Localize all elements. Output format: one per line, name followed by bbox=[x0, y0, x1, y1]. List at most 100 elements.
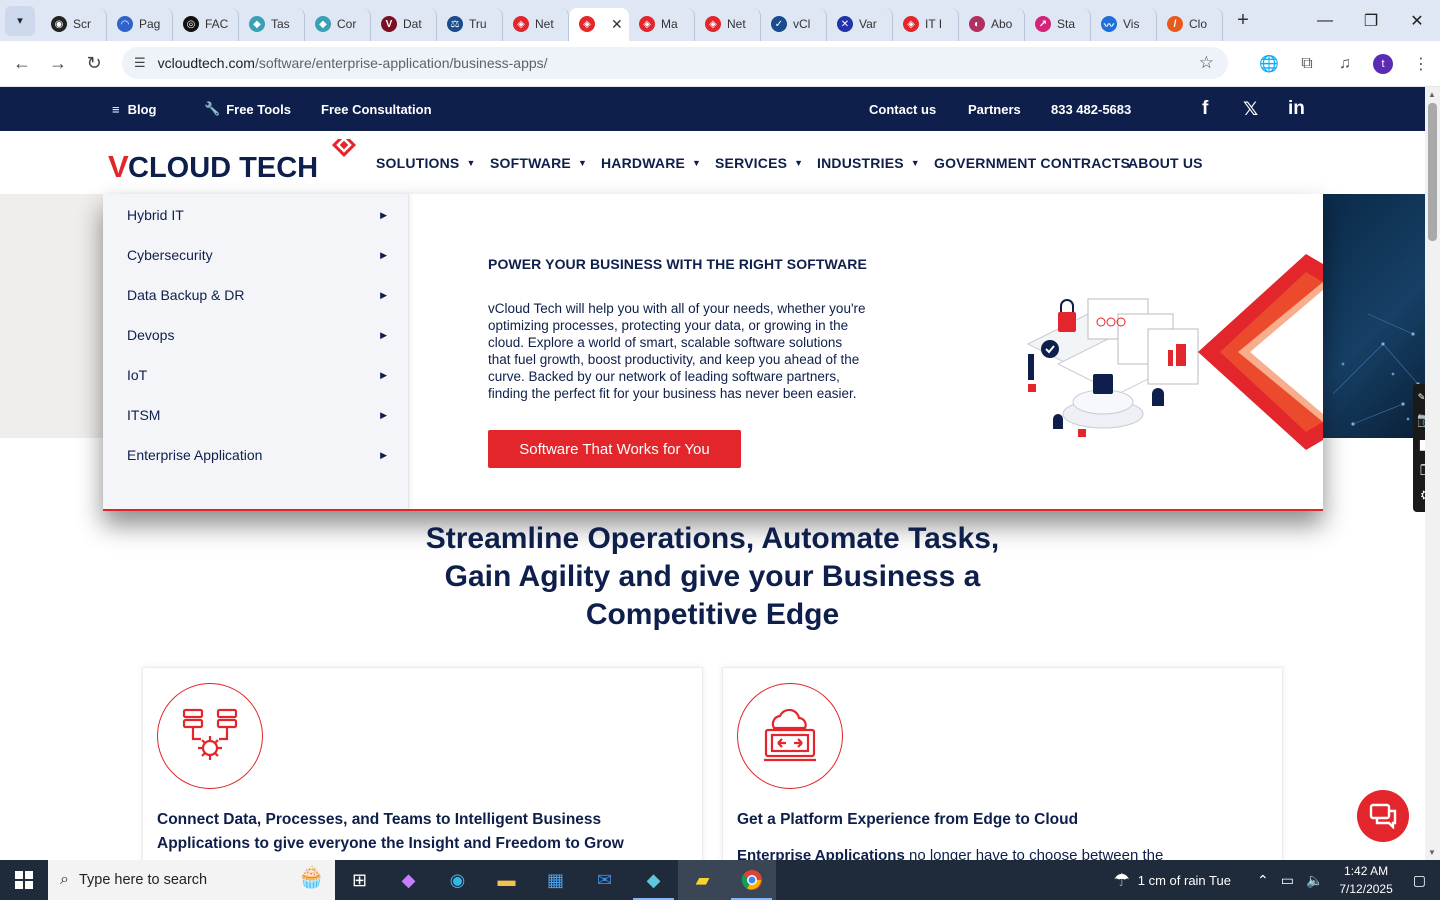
address-bar[interactable]: ☰ vcloudtech.com/software/enterprise-app… bbox=[122, 47, 1228, 79]
chevron-right-icon: ▶ bbox=[380, 329, 387, 340]
free-tools-link[interactable]: 🔧 Free Tools bbox=[204, 87, 291, 131]
card-body: Enterprise Applications no longer have t… bbox=[737, 847, 1164, 860]
tray-chevron-icon[interactable]: ⌃ bbox=[1257, 872, 1269, 889]
chat-button[interactable] bbox=[1357, 790, 1409, 842]
nav-item-label: INDUSTRIES bbox=[817, 154, 904, 171]
nav-item-industries[interactable]: INDUSTRIES ▼ bbox=[817, 131, 920, 194]
nav-item-government-contracts[interactable]: GOVERNMENT CONTRACTS bbox=[934, 131, 1130, 194]
mega-menu-item[interactable]: Devops ▶ bbox=[127, 315, 387, 355]
browser-tab[interactable]: ◐ Abo bbox=[959, 7, 1025, 41]
extensions-icon[interactable]: ⧉ bbox=[1288, 55, 1326, 73]
browser-tab[interactable]: ✓ vCl bbox=[761, 7, 827, 41]
task-view-icon[interactable]: ⊞ bbox=[335, 860, 384, 900]
main-navigation: V CLOUD TECH SOLUTIONS ▼ SOFTWARE ▼ HARDWARE… bbox=[0, 131, 1425, 194]
browser-tab[interactable]: / Clo bbox=[1157, 7, 1223, 41]
browser-tab[interactable]: ◈ Net bbox=[695, 7, 761, 41]
mega-menu-item[interactable]: IoT ▶ bbox=[127, 355, 387, 395]
browser-tab[interactable]: ◈ Net bbox=[503, 7, 569, 41]
free-consultation-link[interactable]: Free Consultation bbox=[321, 87, 432, 131]
browser-tab[interactable]: ◈ IT I bbox=[893, 7, 959, 41]
mega-menu-item[interactable]: Data Backup & DR ▶ bbox=[127, 275, 387, 315]
new-tab-button[interactable]: + bbox=[1229, 7, 1257, 35]
browser-tab[interactable]: ◆ Tas bbox=[239, 7, 305, 41]
browser-tab[interactable]: ◉ Scr bbox=[41, 7, 107, 41]
tab-favicon-icon: V bbox=[381, 16, 397, 32]
page-scrollbar[interactable]: ▲ ▼ bbox=[1425, 87, 1440, 860]
mega-menu-item[interactable]: Cybersecurity ▶ bbox=[127, 235, 387, 275]
sticky-notes-icon[interactable]: ▰ bbox=[678, 860, 727, 900]
nav-item-services[interactable]: SERVICES ▼ bbox=[715, 131, 803, 194]
minimize-button[interactable]: — bbox=[1302, 0, 1348, 41]
contact-link[interactable]: Contact us bbox=[869, 87, 936, 131]
app-icon[interactable]: ◆ bbox=[629, 860, 678, 900]
browser-tab[interactable]: ◈ Ma bbox=[629, 7, 695, 41]
browser-tab[interactable]: ◈ ✕ bbox=[569, 7, 629, 41]
scroll-down-icon[interactable]: ▼ bbox=[1428, 848, 1436, 857]
browser-tab[interactable]: 〰 Vis bbox=[1091, 7, 1157, 41]
partners-link[interactable]: Partners bbox=[968, 87, 1021, 131]
network-pattern-image bbox=[1332, 313, 1420, 426]
browser-tab[interactable]: ◆ Cor bbox=[305, 7, 371, 41]
scroll-thumb[interactable] bbox=[1428, 103, 1437, 241]
window-controls: — ❐ ✕ bbox=[1302, 0, 1440, 41]
tab-search-button[interactable]: ▾ bbox=[5, 5, 35, 36]
nav-item-software[interactable]: SOFTWARE ▼ bbox=[490, 131, 587, 194]
headline-line-1: Streamline Operations, Automate Tasks, bbox=[425, 522, 1000, 555]
browser-tab[interactable]: ✕ Var bbox=[827, 7, 893, 41]
volume-icon[interactable]: 🔈 bbox=[1306, 872, 1323, 889]
utility-bar: ≡ Blog 🔧 Free Tools Free Consultation Cont… bbox=[0, 87, 1425, 131]
tab-label: FAC bbox=[205, 17, 229, 31]
nav-item-hardware[interactable]: HARDWARE ▼ bbox=[601, 131, 701, 194]
maximize-button[interactable]: ❐ bbox=[1348, 0, 1394, 41]
weather-widget[interactable]: ☂ 1 cm of rain Tue bbox=[1114, 870, 1231, 891]
file-explorer-icon[interactable]: ▬ bbox=[482, 860, 531, 900]
forward-button[interactable]: → bbox=[40, 46, 76, 82]
translate-icon[interactable]: 🌐 bbox=[1250, 54, 1288, 74]
mega-menu-item[interactable]: Hybrid IT ▶ bbox=[127, 195, 387, 235]
mega-menu-item[interactable]: ITSM ▶ bbox=[127, 395, 387, 435]
browser-tab[interactable]: ◎ FAC bbox=[173, 7, 239, 41]
system-tray: ☂ 1 cm of rain Tue ⌃ ▭ 🔈 1:42 AM 7/12/20… bbox=[1114, 860, 1440, 900]
linkedin-icon[interactable]: in bbox=[1288, 87, 1305, 131]
software-cta-button[interactable]: Software That Works for You bbox=[488, 430, 741, 468]
hero-background-left bbox=[0, 194, 103, 438]
windows-taskbar: ⌕ Type here to search 🧁 ⊞ ◆ ◉ ▬ ▦ ✉ ◆ ▰ … bbox=[0, 860, 1440, 900]
taskbar-clock[interactable]: 1:42 AM 7/12/2025 bbox=[1339, 862, 1392, 898]
site-info-icon[interactable]: ☰ bbox=[134, 55, 146, 71]
notifications-icon[interactable]: ▢ bbox=[1413, 872, 1426, 889]
blog-link[interactable]: ≡ Blog bbox=[112, 87, 156, 131]
copilot-icon[interactable]: ◆ bbox=[384, 860, 433, 900]
browser-tab[interactable]: V Dat bbox=[371, 7, 437, 41]
nav-item-label: SERVICES bbox=[715, 154, 788, 171]
start-button[interactable] bbox=[0, 860, 48, 900]
browser-menu-icon[interactable]: ⋮ bbox=[1402, 54, 1440, 74]
vcloud-tech-logo[interactable]: V CLOUD TECH bbox=[108, 139, 358, 187]
bookmark-star-icon[interactable]: ☆ bbox=[1199, 53, 1214, 73]
browser-tab[interactable]: ◠ Pag bbox=[107, 7, 173, 41]
mail-icon[interactable]: ✉ bbox=[580, 860, 629, 900]
facebook-icon[interactable]: f bbox=[1202, 87, 1208, 131]
profile-avatar[interactable]: t bbox=[1373, 54, 1393, 74]
chrome-icon[interactable] bbox=[727, 860, 776, 900]
reload-button[interactable]: ↻ bbox=[76, 46, 112, 82]
tab-label: Clo bbox=[1189, 17, 1208, 31]
x-twitter-icon[interactable]: 𝕏 bbox=[1243, 87, 1258, 131]
tab-label: Pag bbox=[139, 17, 161, 31]
media-control-icon[interactable]: ♫ bbox=[1326, 55, 1364, 73]
phone-link[interactable]: 833 482-5683 bbox=[1051, 87, 1131, 131]
browser-tab[interactable]: ↗ Sta bbox=[1025, 7, 1091, 41]
network-icon[interactable]: ▭ bbox=[1281, 872, 1294, 889]
taskbar-search[interactable]: ⌕ Type here to search 🧁 bbox=[48, 860, 335, 900]
store-icon[interactable]: ▦ bbox=[531, 860, 580, 900]
nav-item-solutions[interactable]: SOLUTIONS ▼ bbox=[376, 131, 476, 194]
nav-item-about-us[interactable]: ABOUT US bbox=[1128, 131, 1203, 194]
back-button[interactable]: ← bbox=[4, 46, 40, 82]
close-tab-icon[interactable]: ✕ bbox=[611, 16, 623, 33]
browser-tab[interactable]: ⚖ Tru bbox=[437, 7, 503, 41]
close-window-button[interactable]: ✕ bbox=[1394, 0, 1440, 41]
mega-menu-item[interactable]: Enterprise Application ▶ bbox=[127, 435, 387, 475]
tab-favicon-icon: ✕ bbox=[837, 16, 853, 32]
scroll-up-icon[interactable]: ▲ bbox=[1428, 90, 1436, 99]
headline-line-3: Competitive Edge bbox=[585, 598, 840, 631]
edge-icon[interactable]: ◉ bbox=[433, 860, 482, 900]
